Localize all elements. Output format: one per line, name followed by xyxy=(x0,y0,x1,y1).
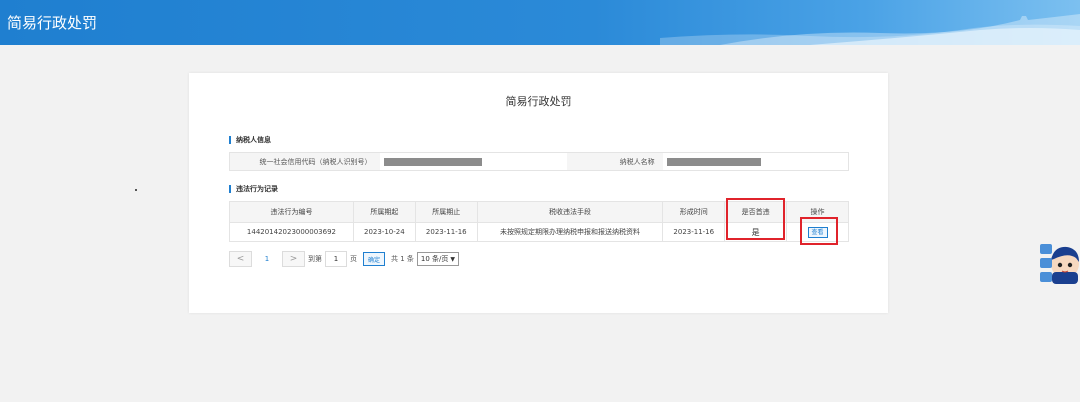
col-period-start: 所属期起 xyxy=(352,201,416,223)
cell-formed-time: 2023-11-16 xyxy=(662,222,726,242)
records-section-label: 违法行为记录 xyxy=(229,185,278,193)
highlight-first-violation-box xyxy=(726,198,785,240)
page-jump-input[interactable]: 1 xyxy=(325,251,347,267)
cell-period-end: 2023-11-16 xyxy=(414,222,478,242)
cell-violation-id: 14420142023000003692 xyxy=(229,222,354,242)
taxpayer-info-table: 统一社会信用代码（纳税人识别号） 纳税人名称 xyxy=(229,152,849,171)
page-size-select[interactable]: 10 条/页 ▼ xyxy=(416,252,460,266)
app-title: 简易行政处罚 xyxy=(7,14,98,32)
penalty-card: 简易行政处罚 纳税人信息 统一社会信用代码（纳税人识别号） 纳税人名称 违法行为… xyxy=(189,73,888,313)
total-count: 共 1 条 xyxy=(391,255,414,263)
chevron-down-icon: ▼ xyxy=(450,255,456,263)
page-size-value: 10 条/页 xyxy=(420,255,449,263)
credit-code-label: 统一社会信用代码（纳税人识别号） xyxy=(230,153,380,170)
great-wall-illustration-icon xyxy=(660,14,1080,45)
tax-mascot-icon[interactable] xyxy=(1040,238,1080,286)
pagination: < 1 > 到第 1 页 确定 共 1 条 10 条/页 ▼ xyxy=(229,251,460,267)
card-title: 简易行政处罚 xyxy=(505,95,572,108)
taxpayer-info-section-label: 纳税人信息 xyxy=(229,136,271,144)
highlight-view-button-box xyxy=(800,217,838,245)
col-means: 税收违法手段 xyxy=(476,201,664,223)
next-page-button[interactable]: > xyxy=(282,251,305,267)
redacted-credit-code xyxy=(383,157,482,166)
stray-dot xyxy=(135,189,137,191)
goto-label: 到第 xyxy=(308,255,322,263)
top-header-bar: 简易行政处罚 xyxy=(0,0,1080,45)
current-page-number[interactable]: 1 xyxy=(252,255,282,263)
col-violation-id: 违法行为编号 xyxy=(229,201,354,223)
prev-page-button[interactable]: < xyxy=(229,251,252,267)
cell-means: 未按照规定期限办理纳税申报和报送纳税资料 xyxy=(476,222,664,242)
taxpayer-name-label: 纳税人名称 xyxy=(566,153,663,170)
redacted-taxpayer-name xyxy=(666,157,761,166)
taxpayer-name-value xyxy=(662,153,848,170)
col-formed-time: 形成时间 xyxy=(662,201,726,223)
credit-code-value xyxy=(379,153,567,170)
cell-period-start: 2023-10-24 xyxy=(352,222,416,242)
confirm-button[interactable]: 确定 xyxy=(363,252,386,266)
col-period-end: 所属期止 xyxy=(414,201,478,223)
page-unit-label: 页 xyxy=(350,255,357,263)
